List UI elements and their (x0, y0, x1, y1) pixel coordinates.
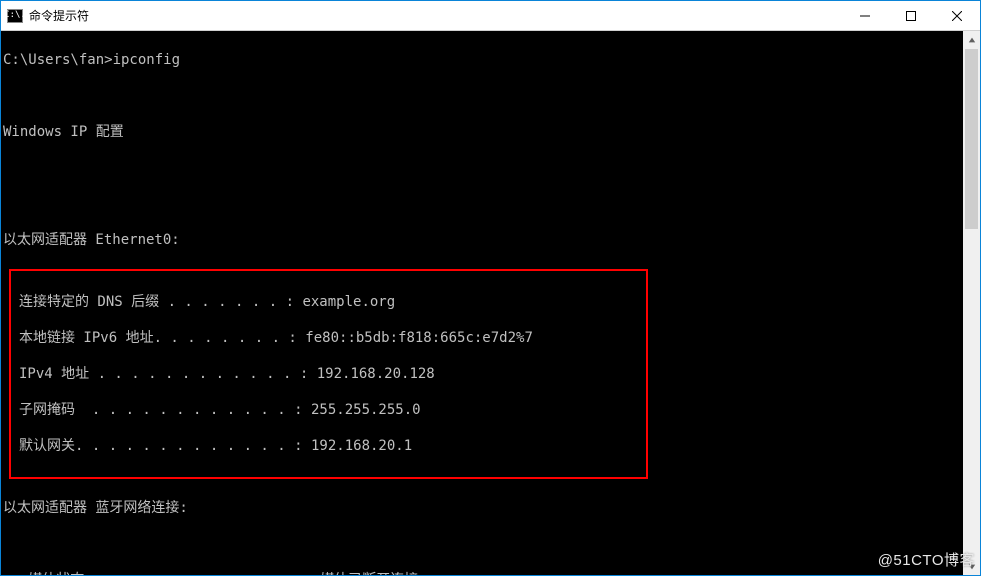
gateway-value: 192.168.20.1 (303, 438, 413, 454)
bt-media-label: 媒体状态 . . . . . . . . . . . . : (28, 572, 312, 575)
adapter-ethernet-title: 以太网适配器 Ethernet0: (1, 231, 978, 249)
adapter-bluetooth-title: 以太网适配器 蓝牙网络连接: (1, 499, 978, 517)
ipv4-value: 192.168.20.128 (308, 366, 434, 382)
ipv6-value: fe80::b5db:f818:665c:e7d2%7 (297, 330, 533, 346)
title-left: C:\. 命令提示符 (1, 7, 842, 24)
bt-media-value: 媒体已断开连接 (312, 572, 418, 575)
minimize-button[interactable] (842, 1, 888, 30)
dns-suffix-value: example.org (294, 294, 395, 310)
scroll-up-button[interactable] (963, 31, 980, 48)
close-button[interactable] (934, 1, 980, 30)
dns-suffix-label: 连接特定的 DNS 后缀 . . . . . . . : (19, 294, 294, 310)
prompt-command: ipconfig (113, 52, 180, 68)
gateway-label: 默认网关. . . . . . . . . . . . . : (19, 438, 303, 454)
ipv6-label: 本地链接 IPv6 地址. . . . . . . . : (19, 330, 297, 346)
console-area[interactable]: C:\Users\fan>ipconfig Windows IP 配置 以太网适… (1, 31, 980, 575)
prompt-path: C:\Users\fan> (3, 52, 113, 68)
mask-label: 子网掩码 . . . . . . . . . . . . : (19, 402, 303, 418)
ipv4-label: IPv4 地址 . . . . . . . . . . . . : (19, 366, 308, 382)
highlight-box: 连接特定的 DNS 后缀 . . . . . . . : example.org… (9, 269, 648, 479)
titlebar[interactable]: C:\. 命令提示符 (1, 1, 980, 31)
window-controls (842, 1, 980, 30)
cmd-icon: C:\. (7, 9, 23, 23)
window-title: 命令提示符 (29, 7, 89, 24)
maximize-button[interactable] (888, 1, 934, 30)
ipconfig-header: Windows IP 配置 (1, 123, 978, 141)
cmd-window: C:\. 命令提示符 C:\Users\fan>ipconfig Windows… (0, 0, 981, 576)
scrollbar[interactable] (963, 31, 980, 575)
mask-value: 255.255.255.0 (303, 402, 421, 418)
watermark: @51CTO博客 (878, 549, 975, 570)
scroll-thumb[interactable] (965, 49, 978, 229)
